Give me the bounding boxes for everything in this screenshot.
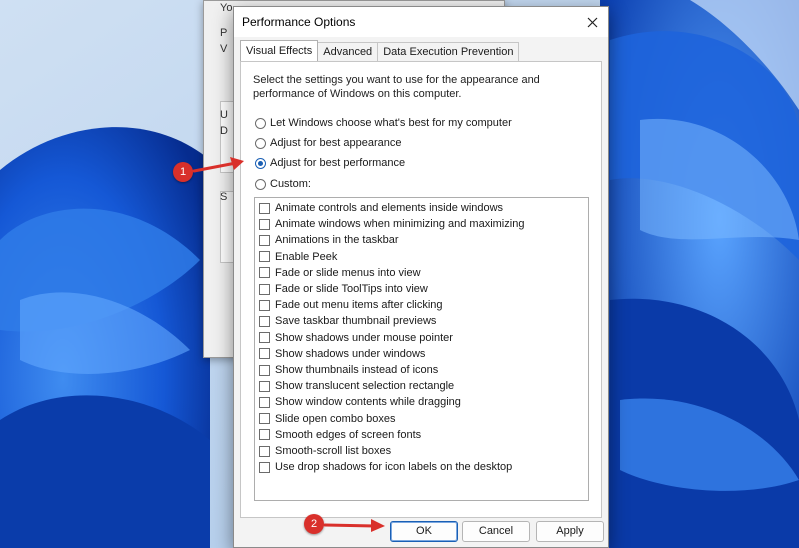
ok-button[interactable]: OK <box>390 521 458 542</box>
close-button[interactable] <box>580 11 604 33</box>
apply-button[interactable]: Apply <box>536 521 604 542</box>
effect-checkbox-row[interactable]: Fade or slide menus into view <box>259 265 421 281</box>
checkbox-label: Smooth edges of screen fonts <box>275 428 422 441</box>
checkbox-label: Save taskbar thumbnail previews <box>275 315 437 328</box>
tab-advanced[interactable]: Advanced <box>317 42 379 61</box>
effect-checkbox-row[interactable]: Animations in the taskbar <box>259 232 399 248</box>
radio-button-selected[interactable] <box>255 157 266 169</box>
radio-custom[interactable]: Custom: <box>255 176 311 192</box>
checkbox[interactable] <box>259 315 270 327</box>
radio-button[interactable] <box>255 137 266 149</box>
checkbox[interactable] <box>259 364 270 376</box>
radio-button[interactable] <box>255 178 266 190</box>
radio-best-appearance[interactable]: Adjust for best appearance <box>255 135 401 151</box>
checkbox-label: Fade or slide menus into view <box>275 266 421 279</box>
title-bar[interactable]: Performance Options <box>234 7 608 37</box>
checkbox[interactable] <box>259 251 270 263</box>
annotation-marker-1: 1 <box>173 162 193 182</box>
checkbox-label: Animate windows when minimizing and maxi… <box>275 218 525 231</box>
radio-label: Adjust for best performance <box>270 157 406 169</box>
checkbox-label: Show shadows under mouse pointer <box>275 331 453 344</box>
checkbox[interactable] <box>259 380 270 392</box>
effect-checkbox-row[interactable]: Smooth edges of screen fonts <box>259 427 421 443</box>
effect-checkbox-row[interactable]: Animate controls and elements inside win… <box>259 200 503 216</box>
checkbox-label: Slide open combo boxes <box>275 412 396 425</box>
checkbox[interactable] <box>259 445 270 457</box>
effect-checkbox-row[interactable]: Fade or slide ToolTips into view <box>259 281 428 297</box>
tab-strip: Visual Effects Advanced Data Execution P… <box>240 40 520 61</box>
dialog-title: Performance Options <box>242 15 356 29</box>
checkbox[interactable] <box>259 461 270 473</box>
annotation-marker-2: 2 <box>304 514 324 534</box>
arrow-right-icon <box>192 157 244 173</box>
effect-checkbox-row[interactable]: Show translucent selection rectangle <box>259 378 454 394</box>
checkbox[interactable] <box>259 202 270 214</box>
radio-best-performance[interactable]: Adjust for best performance <box>255 155 405 171</box>
effect-checkbox-row[interactable]: Slide open combo boxes <box>259 411 395 427</box>
checkbox[interactable] <box>259 348 270 360</box>
tab-data-execution-prevention[interactable]: Data Execution Prevention <box>377 42 520 61</box>
visual-effects-panel: Select the settings you want to use for … <box>240 61 602 518</box>
tab-visual-effects[interactable]: Visual Effects <box>240 40 319 61</box>
checkbox-label: Show window contents while dragging <box>275 396 461 409</box>
effect-checkbox-row[interactable]: Smooth-scroll list boxes <box>259 443 391 459</box>
radio-label: Adjust for best appearance <box>270 137 402 149</box>
checkbox-label: Show shadows under windows <box>275 347 426 360</box>
checkbox-label: Fade out menu items after clicking <box>275 299 443 312</box>
checkbox-label: Show translucent selection rectangle <box>275 380 455 393</box>
checkbox-label: Animate controls and elements inside win… <box>275 202 504 214</box>
effect-checkbox-row[interactable]: Fade out menu items after clicking <box>259 297 443 313</box>
checkbox[interactable] <box>259 429 270 441</box>
effect-checkbox-row[interactable]: Animate windows when minimizing and maxi… <box>259 216 524 232</box>
visual-effects-list[interactable]: Animate controls and elements inside win… <box>254 197 589 501</box>
effect-checkbox-row[interactable]: Show shadows under mouse pointer <box>259 330 453 346</box>
checkbox[interactable] <box>259 413 270 425</box>
checkbox[interactable] <box>259 267 270 279</box>
settings-description: Select the settings you want to use for … <box>253 74 540 100</box>
checkbox-label: Use drop shadows for icon labels on the … <box>275 461 513 474</box>
close-icon <box>587 17 597 27</box>
checkbox-label: Smooth-scroll list boxes <box>275 445 392 457</box>
checkbox[interactable] <box>259 396 270 408</box>
arrow-right-icon <box>323 519 385 532</box>
checkbox-label: Animations in the taskbar <box>275 234 399 247</box>
checkbox-label: Fade or slide ToolTips into view <box>275 283 428 295</box>
checkbox[interactable] <box>259 299 270 311</box>
cancel-button[interactable]: Cancel <box>462 521 530 542</box>
checkbox[interactable] <box>259 332 270 344</box>
checkbox[interactable] <box>259 218 270 230</box>
radio-let-windows-choose[interactable]: Let Windows choose what's best for my co… <box>255 115 512 131</box>
effect-checkbox-row[interactable]: Show window contents while dragging <box>259 394 461 410</box>
effect-checkbox-row[interactable]: Show thumbnails instead of icons <box>259 362 438 378</box>
checkbox-label: Show thumbnails instead of icons <box>275 364 439 376</box>
effect-checkbox-row[interactable]: Use drop shadows for icon labels on the … <box>259 459 512 475</box>
radio-label: Custom: <box>270 178 311 190</box>
checkbox[interactable] <box>259 283 270 295</box>
radio-label: Let Windows choose what's best for my co… <box>270 117 512 129</box>
effect-checkbox-row[interactable]: Save taskbar thumbnail previews <box>259 313 436 329</box>
effect-checkbox-row[interactable]: Enable Peek <box>259 249 337 265</box>
performance-options-dialog: Performance Options Visual Effects Advan… <box>233 6 609 548</box>
effect-checkbox-row[interactable]: Show shadows under windows <box>259 346 425 362</box>
checkbox[interactable] <box>259 234 270 246</box>
radio-button[interactable] <box>255 117 266 129</box>
checkbox-label: Enable Peek <box>275 250 338 263</box>
